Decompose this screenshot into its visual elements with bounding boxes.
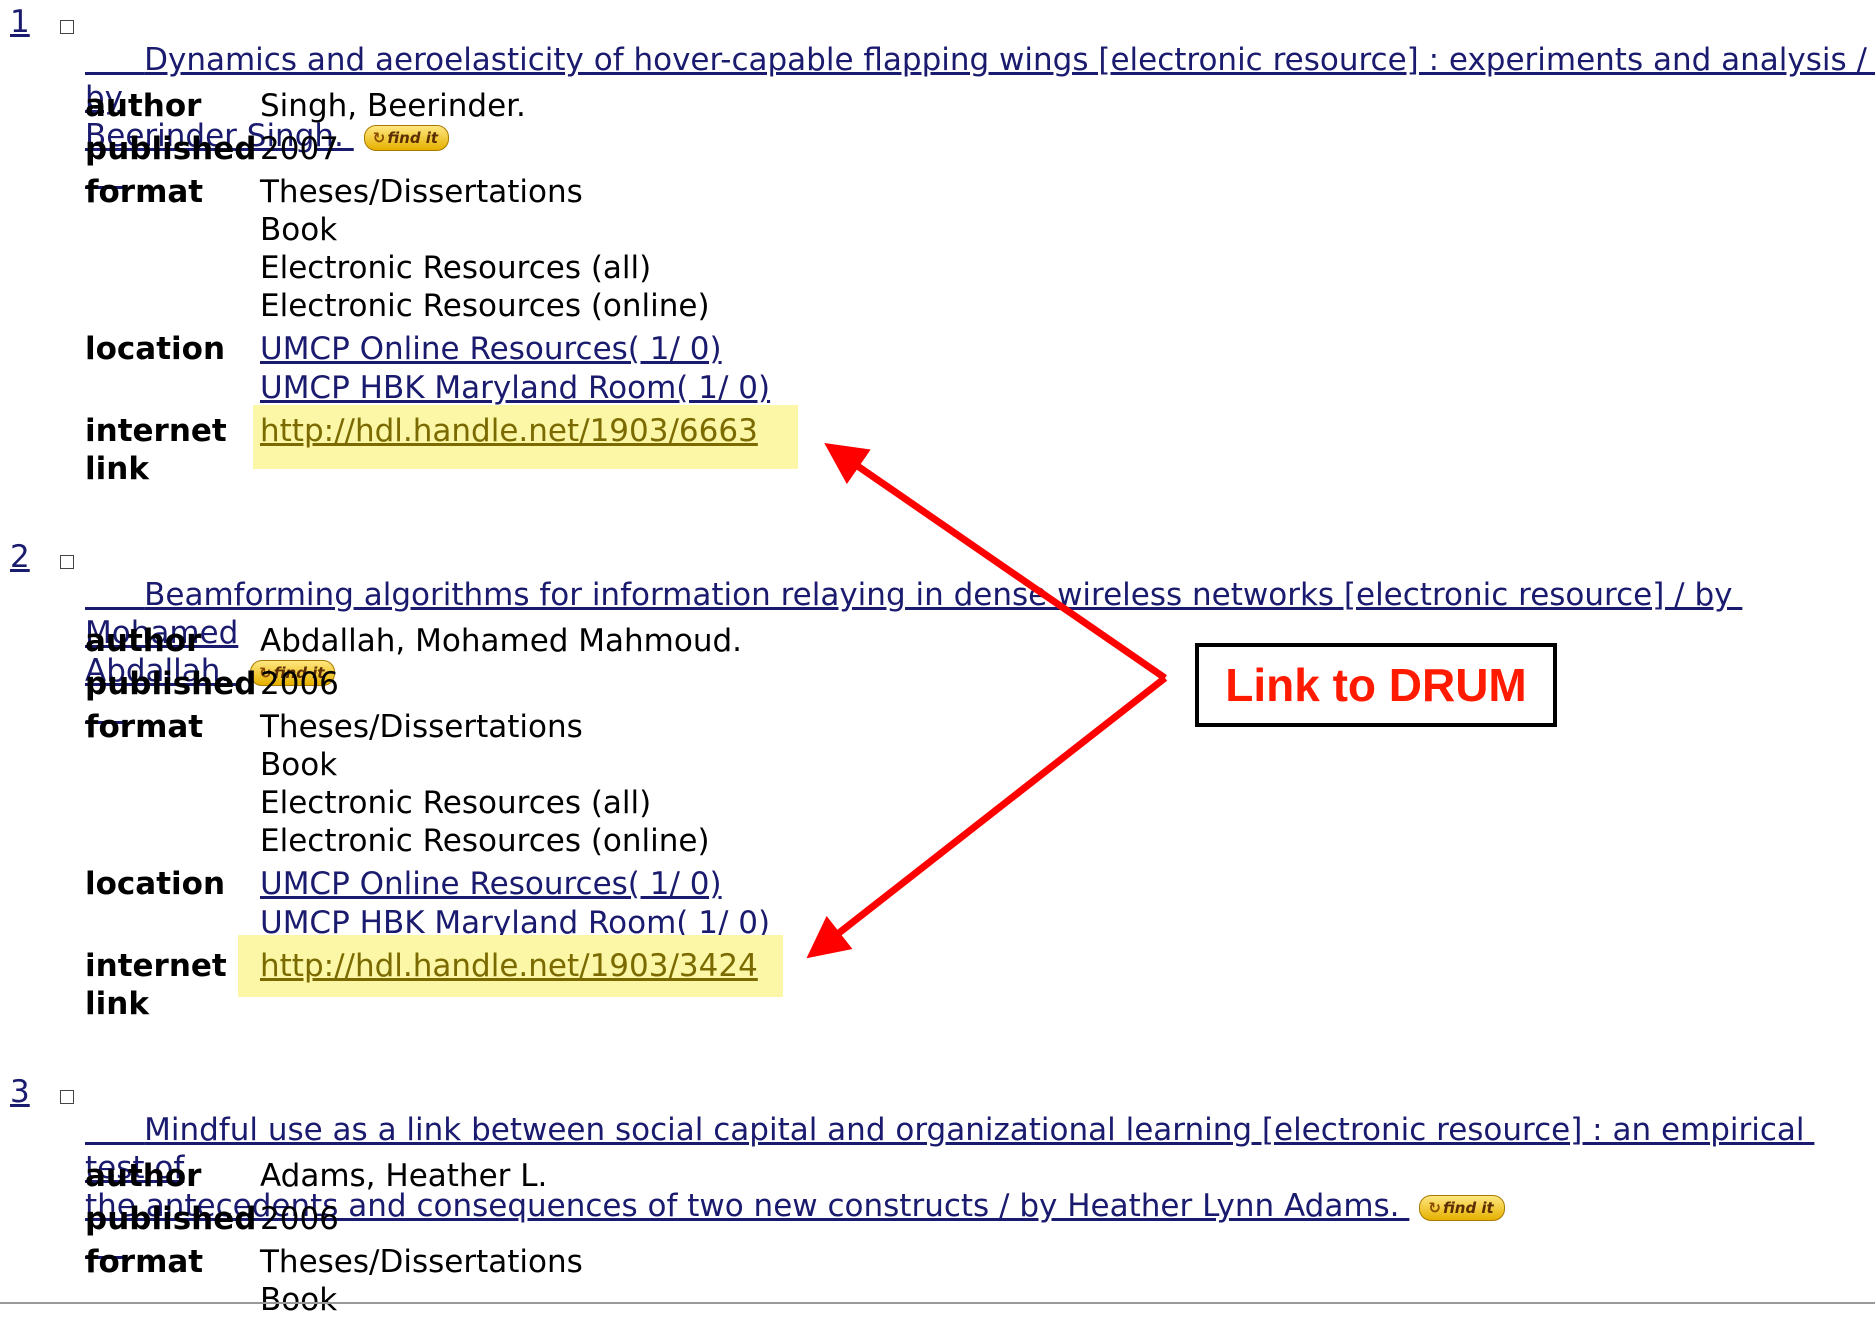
published-value: 2006 xyxy=(260,666,339,702)
published-value: 2006 xyxy=(260,1201,339,1237)
link-to-drum-callout: Link to DRUM xyxy=(1195,643,1557,727)
format-value: Book xyxy=(260,212,338,248)
location-link[interactable]: UMCP Online Resources( 1/ 0) xyxy=(260,330,722,368)
catalog-results-page: 1 Dynamics and aeroelasticity of hover-c… xyxy=(0,0,1875,1318)
published-label: published xyxy=(85,131,257,167)
record-number-link[interactable]: 2 xyxy=(10,538,30,576)
bottom-divider xyxy=(0,1302,1875,1304)
format-value: Electronic Resources (all) xyxy=(260,785,652,821)
select-record-checkbox[interactable] xyxy=(60,20,74,34)
format-value: Electronic Resources (online) xyxy=(260,288,710,324)
author-label: author xyxy=(85,88,202,124)
location-label: location xyxy=(85,866,226,902)
published-value: 2007 xyxy=(260,131,339,167)
published-label: published xyxy=(85,1201,257,1237)
location-link[interactable]: UMCP HBK Maryland Room( 1/ 0) xyxy=(260,369,770,407)
author-label: author xyxy=(85,623,202,659)
author-value: Singh, Beerinder. xyxy=(260,88,526,124)
find-it-button[interactable]: ↻ find it xyxy=(363,124,450,151)
record-number-link[interactable]: 3 xyxy=(10,1073,30,1111)
format-value: Theses/Dissertations xyxy=(260,709,583,745)
format-label: format xyxy=(85,1244,204,1280)
format-value: Book xyxy=(260,747,338,783)
findit-swirl-icon: ↻ xyxy=(1428,1198,1441,1217)
format-value: Electronic Resources (online) xyxy=(260,823,710,859)
select-record-checkbox[interactable] xyxy=(60,1090,74,1104)
author-value: Adams, Heather L. xyxy=(260,1158,548,1194)
record-number-link[interactable]: 1 xyxy=(10,3,30,41)
select-record-checkbox[interactable] xyxy=(60,555,74,569)
format-label: format xyxy=(85,174,204,210)
format-value: Book xyxy=(260,1282,338,1318)
find-it-button[interactable]: ↻ find it xyxy=(1419,1194,1505,1221)
internet-link-url[interactable]: http://hdl.handle.net/1903/3424 xyxy=(260,947,758,985)
location-link[interactable]: UMCP Online Resources( 1/ 0) xyxy=(260,865,722,903)
format-label: format xyxy=(85,709,204,745)
internet-link-url[interactable]: http://hdl.handle.net/1903/6663 xyxy=(260,412,758,450)
internet-link-label: internet link xyxy=(85,413,227,487)
internet-link-label: internet link xyxy=(85,948,227,1022)
findit-swirl-icon: ↻ xyxy=(372,128,386,147)
format-value: Theses/Dissertations xyxy=(260,1244,583,1280)
format-value: Theses/Dissertations xyxy=(260,174,583,210)
published-label: published xyxy=(85,666,257,702)
author-value: Abdallah, Mohamed Mahmoud. xyxy=(260,623,743,659)
format-value: Electronic Resources (all) xyxy=(260,250,652,286)
location-label: location xyxy=(85,331,226,367)
author-label: author xyxy=(85,1158,202,1194)
